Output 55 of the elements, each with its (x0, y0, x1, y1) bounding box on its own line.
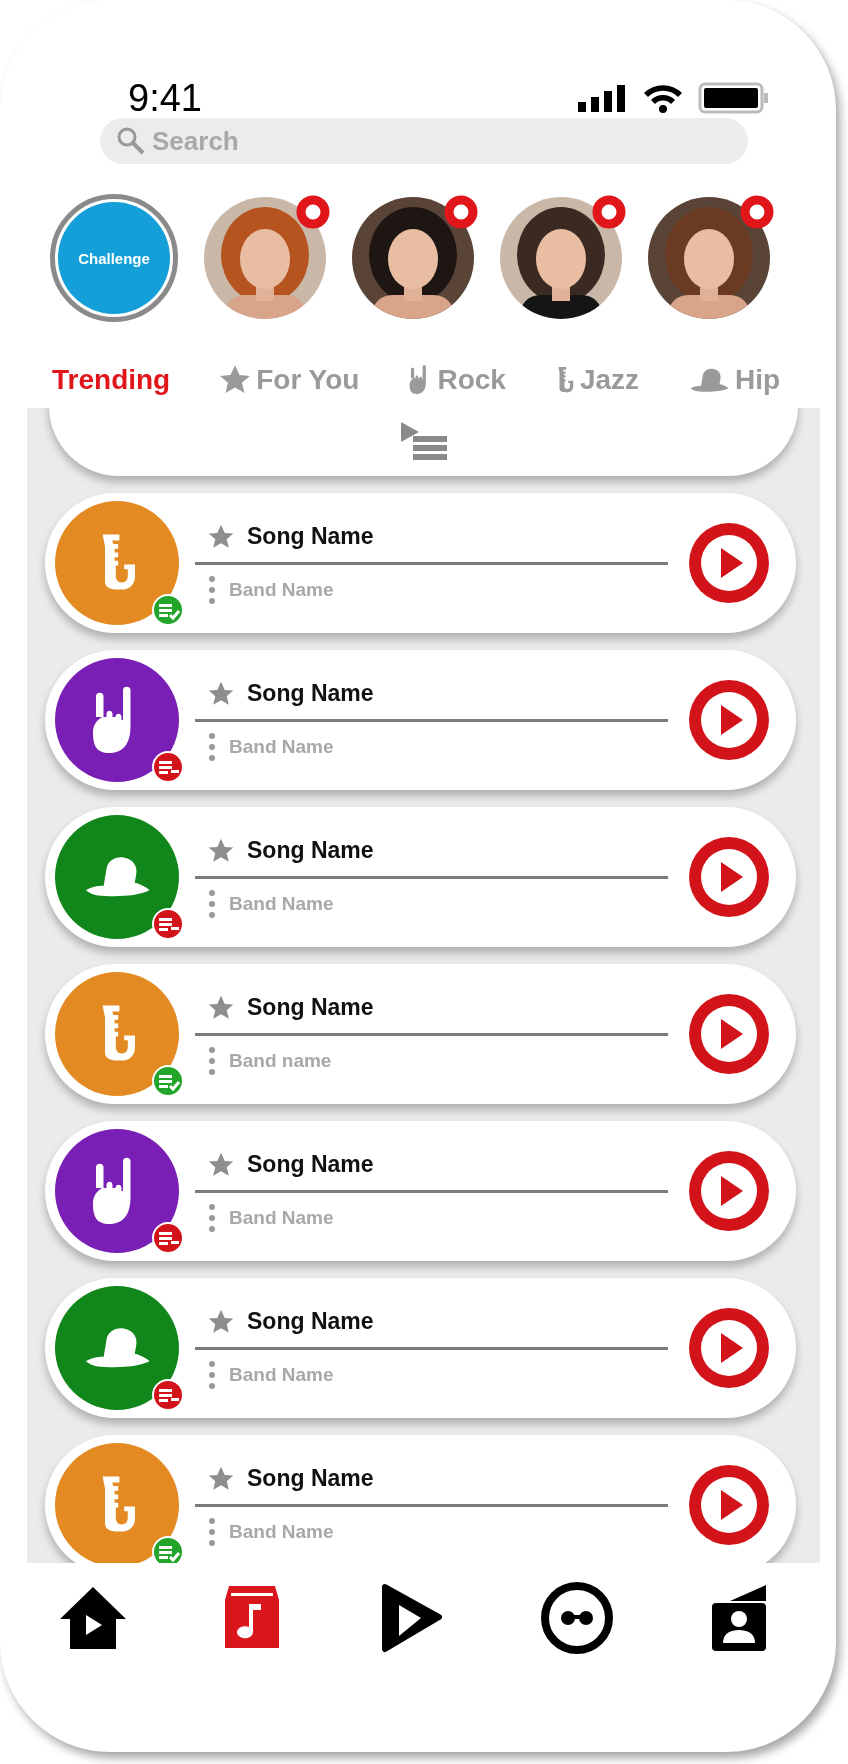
status-time: 9:41 (128, 80, 202, 116)
song-title: Song Name (247, 837, 374, 864)
profile-icon (710, 1583, 769, 1653)
more-icon[interactable] (207, 1202, 217, 1233)
song-card[interactable]: Song Name Band Name (45, 1435, 796, 1563)
band-name: Band Name (229, 735, 334, 758)
song-card[interactable]: Song Name Band Name (45, 1121, 796, 1261)
nav-button[interactable] (710, 1583, 769, 1653)
added-badge-icon[interactable] (151, 1535, 185, 1563)
search-icon (116, 126, 146, 156)
remove-badge-icon[interactable] (151, 750, 185, 784)
song-card[interactable]: Song Name Band Name (45, 650, 796, 790)
remove-badge-icon[interactable] (151, 1378, 185, 1412)
band-name: Band Name (229, 1206, 334, 1229)
more-icon[interactable] (207, 574, 217, 605)
play-button[interactable] (688, 1464, 770, 1546)
song-title: Song Name (247, 1465, 374, 1492)
band-name: Band Name (229, 1363, 334, 1386)
play-button[interactable] (688, 993, 770, 1075)
more-icon[interactable] (207, 731, 217, 762)
band-name: Band Name (229, 892, 334, 915)
play-button[interactable] (688, 836, 770, 918)
nav-button[interactable] (538, 1580, 615, 1656)
added-badge-icon[interactable] (151, 1064, 185, 1098)
signal-icon (578, 84, 628, 112)
more-icon[interactable] (207, 1359, 217, 1390)
more-icon[interactable] (207, 1045, 217, 1076)
song-card[interactable]: Song Name Band Name (45, 493, 796, 633)
play-button[interactable] (688, 522, 770, 604)
remove-badge-icon[interactable] (151, 1221, 185, 1255)
challenge-label: Challenge (58, 202, 170, 314)
band-name: Band Name (229, 1520, 334, 1543)
search-field[interactable]: Search (100, 118, 748, 164)
play-button[interactable] (688, 1307, 770, 1389)
song-title: Song Name (247, 994, 374, 1021)
face-icon (538, 1580, 615, 1656)
band-name: Band name (229, 1049, 332, 1072)
song-card[interactable]: Song Name Band Name (45, 1278, 796, 1418)
category-tab[interactable]: Trending (52, 364, 171, 396)
play-button[interactable] (688, 679, 770, 761)
more-icon[interactable] (207, 888, 217, 919)
remove-badge-icon[interactable] (151, 907, 185, 941)
battery-icon (698, 82, 770, 114)
queue-icon[interactable] (398, 420, 449, 460)
band-name: Band Name (229, 578, 334, 601)
play-button[interactable] (688, 1150, 770, 1232)
wifi-icon (642, 83, 684, 113)
song-title: Song Name (247, 1151, 374, 1178)
song-title: Song Name (247, 1308, 374, 1335)
song-card[interactable]: Song Name Band Name (45, 807, 796, 947)
more-icon[interactable] (207, 1516, 217, 1547)
song-card[interactable]: Song Name Band name (45, 964, 796, 1104)
added-badge-icon[interactable] (151, 593, 185, 627)
song-title: Song Name (247, 680, 374, 707)
song-title: Song Name (247, 523, 374, 550)
